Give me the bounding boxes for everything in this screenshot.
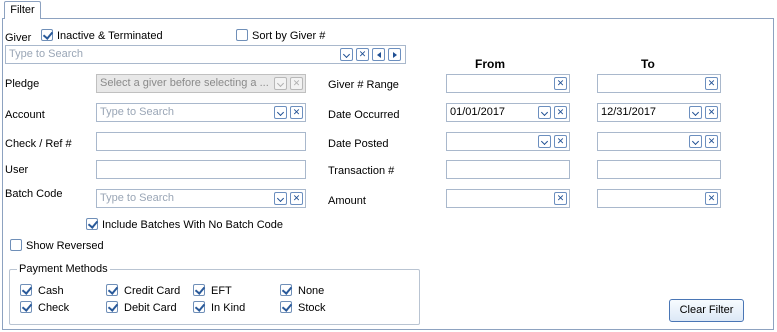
payment-none-checkbox[interactable] <box>280 284 292 296</box>
date-posted-label: Date Posted <box>328 138 389 150</box>
payment-stock-checkbox[interactable] <box>280 301 292 313</box>
pledge-select[interactable]: Select a giver before selecting a ... ✕ <box>96 74 306 93</box>
date-posted-from-clear-x-icon[interactable]: ✕ <box>554 135 567 148</box>
amount-label: Amount <box>328 195 366 207</box>
giver-prev-arrow-icon[interactable] <box>372 48 385 61</box>
sort-by-giver-checkbox[interactable] <box>236 29 248 41</box>
giver-clear-x-icon[interactable]: ✕ <box>356 48 369 61</box>
sort-by-giver-label: Sort by Giver # <box>252 30 326 42</box>
payment-stock-label: Stock <box>298 302 326 314</box>
account-placeholder: Type to Search <box>100 106 174 118</box>
payment-in-kind-checkbox[interactable] <box>193 301 205 313</box>
show-reversed-checkbox[interactable] <box>10 239 22 251</box>
show-reversed-label: Show Reversed <box>26 240 104 252</box>
payment-credit-card-label: Credit Card <box>124 285 181 297</box>
clear-filter-button[interactable]: Clear Filter <box>669 299 744 322</box>
pledge-dropdown-chevron-icon[interactable] <box>274 77 287 90</box>
batch-code-clear-x-icon[interactable]: ✕ <box>290 192 303 205</box>
account-dropdown-chevron-icon[interactable] <box>274 106 287 119</box>
payment-eft-label: EFT <box>211 285 232 297</box>
giver-label: Giver <box>5 32 32 44</box>
payment-cash-label: Cash <box>38 285 64 297</box>
batch-code-search-input[interactable]: Type to Search ✕ <box>96 189 306 208</box>
from-header: From <box>475 57 505 71</box>
date-occurred-from-value: 01/01/2017 <box>450 106 506 118</box>
payment-none-label: None <box>298 285 325 297</box>
date-posted-to-input[interactable]: ✕ <box>597 132 721 151</box>
date-occurred-to-value: 12/31/2017 <box>601 106 657 118</box>
user-input[interactable] <box>96 160 306 179</box>
date-occurred-from-chevron-icon[interactable] <box>538 106 551 119</box>
date-occurred-to-chevron-icon[interactable] <box>689 106 702 119</box>
date-posted-to-chevron-icon[interactable] <box>689 135 702 148</box>
inactive-terminated-checkbox[interactable] <box>41 29 53 41</box>
giver-range-label: Giver # Range <box>328 79 399 91</box>
payment-check-label: Check <box>38 302 70 314</box>
transaction-label: Transaction # <box>328 165 395 177</box>
batch-code-dropdown-chevron-icon[interactable] <box>274 192 287 205</box>
check-ref-label: Check / Ref # <box>5 138 72 150</box>
amount-from-input[interactable]: ✕ <box>446 189 570 208</box>
giver-range-from-input[interactable]: ✕ <box>446 74 570 93</box>
inactive-terminated-label: Inactive & Terminated <box>57 30 163 42</box>
payment-methods-title: Payment Methods <box>17 263 110 275</box>
account-clear-x-icon[interactable]: ✕ <box>290 106 303 119</box>
date-posted-to-clear-x-icon[interactable]: ✕ <box>705 135 718 148</box>
date-posted-from-chevron-icon[interactable] <box>538 135 551 148</box>
amount-to-input[interactable]: ✕ <box>597 189 721 208</box>
date-occurred-to-clear-x-icon[interactable]: ✕ <box>705 106 718 119</box>
pledge-placeholder: Select a giver before selecting a ... <box>100 77 269 89</box>
giver-range-to-clear-x-icon[interactable]: ✕ <box>705 77 718 90</box>
payment-eft-checkbox[interactable] <box>193 284 205 296</box>
giver-next-arrow-icon[interactable] <box>388 48 401 61</box>
transaction-to-input[interactable] <box>597 160 721 179</box>
giver-dropdown-chevron-icon[interactable] <box>340 48 353 61</box>
date-occurred-to-input[interactable]: 12/31/2017 ✕ <box>597 103 721 122</box>
giver-range-from-clear-x-icon[interactable]: ✕ <box>554 77 567 90</box>
payment-cash-checkbox[interactable] <box>20 284 32 296</box>
to-header: To <box>641 57 655 71</box>
payment-in-kind-label: In Kind <box>211 302 246 314</box>
include-batches-label: Include Batches With No Batch Code <box>102 219 283 231</box>
payment-debit-card-label: Debit Card <box>124 302 177 314</box>
giver-range-to-input[interactable]: ✕ <box>597 74 721 93</box>
payment-debit-card-checkbox[interactable] <box>106 301 118 313</box>
date-occurred-label: Date Occurred <box>328 109 400 121</box>
transaction-from-input[interactable] <box>446 160 570 179</box>
payment-check-checkbox[interactable] <box>20 301 32 313</box>
payment-credit-card-checkbox[interactable] <box>106 284 118 296</box>
date-posted-from-input[interactable]: ✕ <box>446 132 570 151</box>
giver-search-placeholder: Type to Search <box>9 48 83 60</box>
date-occurred-from-input[interactable]: 01/01/2017 ✕ <box>446 103 570 122</box>
payment-methods-group <box>9 269 420 325</box>
amount-from-clear-x-icon[interactable]: ✕ <box>554 192 567 205</box>
batch-code-label: Batch Code <box>5 188 63 200</box>
pledge-clear-x-icon[interactable]: ✕ <box>290 77 303 90</box>
user-label: User <box>5 164 29 176</box>
date-occurred-from-clear-x-icon[interactable]: ✕ <box>554 106 567 119</box>
account-label: Account <box>5 109 45 121</box>
check-ref-input[interactable] <box>96 132 306 151</box>
batch-code-placeholder: Type to Search <box>100 192 174 204</box>
amount-to-clear-x-icon[interactable]: ✕ <box>705 192 718 205</box>
pledge-label: Pledge <box>5 78 40 90</box>
include-batches-checkbox[interactable] <box>86 218 98 230</box>
account-search-input[interactable]: Type to Search ✕ <box>96 103 306 122</box>
tab-filter[interactable]: Filter <box>4 1 41 19</box>
giver-search-input[interactable]: Type to Search ✕ <box>5 45 406 64</box>
